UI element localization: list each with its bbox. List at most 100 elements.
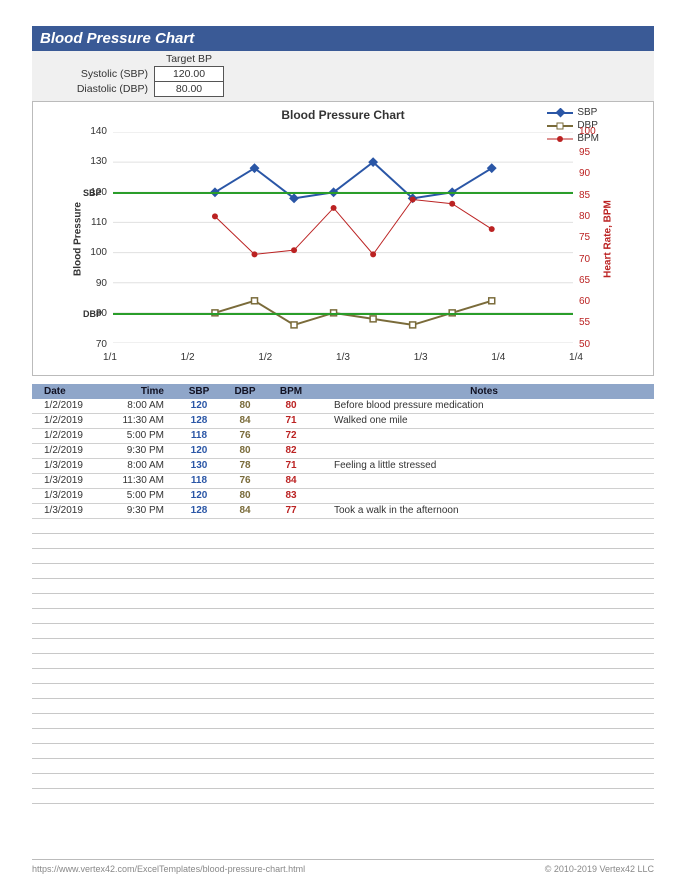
cell-notes — [314, 475, 654, 487]
y-right-tick: 85 — [579, 190, 609, 201]
y-right-tick: 65 — [579, 275, 609, 286]
cell-notes: Feeling a little stressed — [314, 460, 654, 472]
cell-bpm: 84 — [268, 475, 314, 487]
table-row[interactable]: 1/2/20198:00 AM1208080Before blood press… — [32, 399, 654, 414]
plot-area: SBP DBP — [113, 132, 573, 343]
data-table-header: Date Time SBP DBP BPM Notes — [32, 384, 654, 399]
cell-bpm: 72 — [268, 430, 314, 442]
cell-dbp: 76 — [222, 475, 268, 487]
cell-bpm: 80 — [268, 400, 314, 412]
y-right-tick: 75 — [579, 232, 609, 243]
table-row[interactable]: 1/2/20195:00 PM1187672 — [32, 429, 654, 444]
cell-sbp: 128 — [176, 505, 222, 517]
x-tick: 1/4 — [569, 352, 583, 363]
blank-row[interactable] — [32, 654, 654, 669]
cell-notes — [314, 490, 654, 502]
cell-dbp: 80 — [222, 490, 268, 502]
blank-row[interactable] — [32, 699, 654, 714]
cell-notes: Took a walk in the afternoon — [314, 505, 654, 517]
cell-notes: Walked one mile — [314, 415, 654, 427]
blank-row[interactable] — [32, 759, 654, 774]
cell-date: 1/2/2019 — [32, 415, 104, 427]
cell-date: 1/2/2019 — [32, 400, 104, 412]
cell-sbp: 128 — [176, 415, 222, 427]
dbp-target-line: DBP — [113, 313, 573, 315]
blank-row[interactable] — [32, 714, 654, 729]
blank-rows — [32, 519, 654, 804]
y-right-tick: 80 — [579, 211, 609, 222]
y-axis-left-ticks: 140130120110100908070 — [77, 130, 107, 343]
cell-date: 1/3/2019 — [32, 475, 104, 487]
x-tick: 1/2 — [258, 352, 272, 363]
col-bpm-header: BPM — [268, 386, 314, 397]
blank-row[interactable] — [32, 594, 654, 609]
y-left-tick: 140 — [77, 126, 107, 137]
target-systolic-input[interactable]: 120.00 — [154, 66, 224, 82]
col-notes-header: Notes — [314, 386, 654, 397]
cell-time: 9:30 PM — [104, 445, 176, 457]
blank-row[interactable] — [32, 744, 654, 759]
cell-date: 1/2/2019 — [32, 445, 104, 457]
y-left-tick: 80 — [77, 308, 107, 319]
blank-row[interactable] — [32, 549, 654, 564]
legend-sbp-label: SBP — [577, 107, 597, 118]
blank-row[interactable] — [32, 534, 654, 549]
blank-row[interactable] — [32, 609, 654, 624]
col-time-header: Time — [104, 386, 176, 397]
y-left-tick: 110 — [77, 217, 107, 228]
cell-bpm: 82 — [268, 445, 314, 457]
col-dbp-header: DBP — [222, 386, 268, 397]
table-row[interactable]: 1/2/201911:30 AM1288471Walked one mile — [32, 414, 654, 429]
y-left-tick: 70 — [77, 339, 107, 350]
cell-time: 8:00 AM — [104, 400, 176, 412]
cell-sbp: 118 — [176, 475, 222, 487]
cell-dbp: 84 — [222, 505, 268, 517]
cell-sbp: 120 — [176, 400, 222, 412]
table-row[interactable]: 1/3/20199:30 PM1288477Took a walk in the… — [32, 504, 654, 519]
cell-date: 1/3/2019 — [32, 460, 104, 472]
cell-bpm: 77 — [268, 505, 314, 517]
blank-row[interactable] — [32, 669, 654, 684]
table-row[interactable]: 1/3/201911:30 AM1187684 — [32, 474, 654, 489]
blank-row[interactable] — [32, 564, 654, 579]
cell-sbp: 120 — [176, 490, 222, 502]
y-right-tick: 60 — [579, 296, 609, 307]
target-header: Target BP — [154, 53, 224, 66]
cell-dbp: 80 — [222, 400, 268, 412]
cell-time: 11:30 AM — [104, 415, 176, 427]
table-row[interactable]: 1/3/20198:00 AM1307871Feeling a little s… — [32, 459, 654, 474]
table-row[interactable]: 1/2/20199:30 PM1208082 — [32, 444, 654, 459]
cell-sbp: 120 — [176, 445, 222, 457]
legend-sbp-icon — [547, 108, 573, 118]
cell-date: 1/3/2019 — [32, 505, 104, 517]
y-left-tick: 130 — [77, 156, 107, 167]
target-bp-block: Systolic (SBP) Diastolic (DBP) Target BP… — [32, 51, 654, 101]
blank-row[interactable] — [32, 519, 654, 534]
chart-title: Blood Pressure Chart — [281, 108, 404, 122]
cell-time: 8:00 AM — [104, 460, 176, 472]
cell-dbp: 78 — [222, 460, 268, 472]
blank-row[interactable] — [32, 729, 654, 744]
table-row[interactable]: 1/3/20195:00 PM1208083 — [32, 489, 654, 504]
blank-row[interactable] — [32, 639, 654, 654]
blank-row[interactable] — [32, 789, 654, 804]
blank-row[interactable] — [32, 579, 654, 594]
blank-row[interactable] — [32, 774, 654, 789]
cell-dbp: 80 — [222, 445, 268, 457]
cell-dbp: 84 — [222, 415, 268, 427]
target-diastolic-input[interactable]: 80.00 — [154, 81, 224, 97]
cell-time: 5:00 PM — [104, 490, 176, 502]
cell-time: 9:30 PM — [104, 505, 176, 517]
blank-row[interactable] — [32, 624, 654, 639]
sbp-target-line: SBP — [113, 192, 573, 194]
x-tick: 1/4 — [491, 352, 505, 363]
cell-date: 1/3/2019 — [32, 490, 104, 502]
y-right-tick: 95 — [579, 147, 609, 158]
y-left-tick: 100 — [77, 247, 107, 258]
y-right-tick: 100 — [579, 126, 609, 137]
systolic-label: Systolic (SBP) — [32, 67, 148, 82]
diastolic-label: Diastolic (DBP) — [32, 82, 148, 97]
col-date-header: Date — [32, 386, 104, 397]
blank-row[interactable] — [32, 684, 654, 699]
y-left-tick: 120 — [77, 187, 107, 198]
